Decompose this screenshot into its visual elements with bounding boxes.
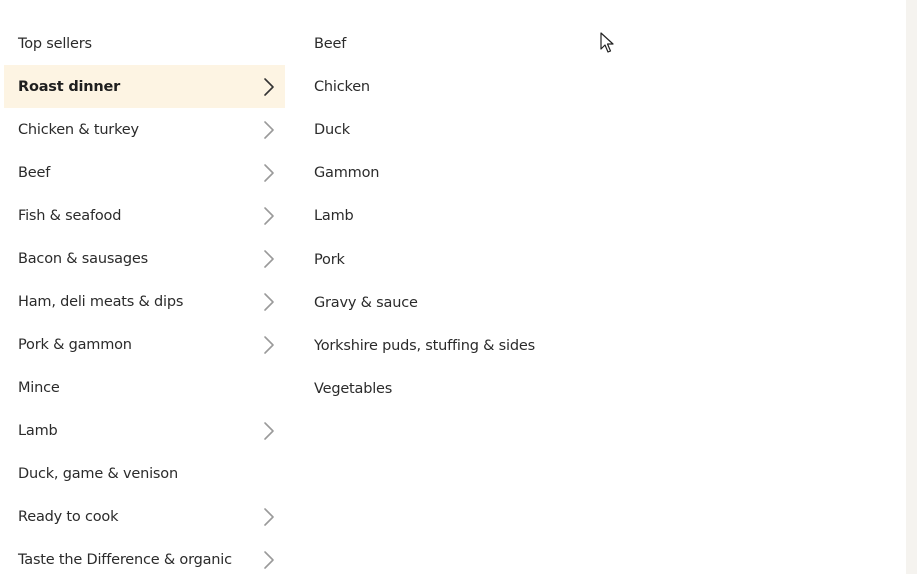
subcategory-link[interactable]: Pork — [300, 238, 630, 281]
subcategory-link[interactable]: Yorkshire puds, stuffing & sides — [300, 324, 630, 367]
chevron-right-icon — [263, 206, 275, 226]
category-item[interactable]: Top sellers — [4, 22, 285, 65]
category-item[interactable]: Mince — [4, 366, 285, 409]
category-item-label: Pork & gammon — [18, 336, 132, 353]
chevron-right-icon — [263, 335, 275, 355]
chevron-right-icon — [263, 77, 275, 97]
category-item-label: Duck, game & venison — [18, 465, 178, 482]
scrollbar-track[interactable] — [906, 0, 917, 574]
subcategory-label: Yorkshire puds, stuffing & sides — [314, 337, 535, 354]
category-item[interactable]: Duck, game & venison — [4, 452, 285, 495]
category-item[interactable]: Bacon & sausages — [4, 237, 285, 280]
subcategory-link[interactable]: Lamb — [300, 195, 630, 238]
category-item-label: Lamb — [18, 422, 58, 439]
subcategory-link[interactable]: Gammon — [300, 152, 630, 195]
chevron-right-icon — [263, 507, 275, 527]
subcategory-label: Gammon — [314, 165, 380, 182]
category-item-label: Ham, deli meats & dips — [18, 293, 184, 310]
category-item[interactable]: Pork & gammon — [4, 323, 285, 366]
subcategory-list: Beef Chicken Duck Gammon Lamb Pork Gravy & sau… — [300, 22, 630, 411]
chevron-right-icon — [263, 550, 275, 570]
category-item-label: Mince — [18, 379, 60, 396]
mega-menu-panel: Top sellers Roast dinner Chicken & turkey B… — [0, 0, 917, 574]
chevron-right-icon — [263, 120, 275, 140]
category-item[interactable]: Roast dinner — [4, 65, 285, 108]
subcategory-label: Duck — [314, 121, 350, 138]
chevron-right-icon — [263, 292, 275, 312]
subcategory-label: Vegetables — [314, 381, 393, 398]
category-item[interactable]: Lamb — [4, 409, 285, 452]
chevron-right-icon — [263, 249, 275, 269]
subcategory-link[interactable]: Duck — [300, 108, 630, 151]
category-item-label: Roast dinner — [18, 78, 121, 95]
subcategory-link[interactable]: Vegetables — [300, 368, 630, 411]
category-item-label: Chicken & turkey — [18, 121, 139, 138]
subcategory-link[interactable]: Beef — [300, 22, 630, 65]
category-item-label: Taste the Difference & organic — [18, 551, 232, 568]
category-item[interactable]: Chicken & turkey — [4, 108, 285, 151]
mouse-pointer-icon — [600, 32, 616, 54]
subcategory-label: Beef — [314, 35, 347, 52]
category-item-label: Bacon & sausages — [18, 250, 148, 267]
subcategory-label: Gravy & sauce — [314, 294, 418, 311]
category-item[interactable]: Ham, deli meats & dips — [4, 280, 285, 323]
category-item-label: Top sellers — [18, 35, 92, 52]
chevron-right-icon — [263, 163, 275, 183]
category-item-label: Fish & seafood — [18, 207, 122, 224]
subcategory-label: Lamb — [314, 208, 354, 225]
category-list: Top sellers Roast dinner Chicken & turkey B… — [4, 22, 285, 574]
category-item[interactable]: Fish & seafood — [4, 194, 285, 237]
subcategory-link[interactable]: Gravy & sauce — [300, 281, 630, 324]
subcategory-label: Chicken — [314, 78, 370, 95]
subcategory-label: Pork — [314, 251, 345, 268]
category-item[interactable]: Taste the Difference & organic — [4, 538, 285, 574]
subcategory-link[interactable]: Chicken — [300, 65, 630, 108]
category-item[interactable]: Ready to cook — [4, 495, 285, 538]
category-item-label: Beef — [18, 164, 51, 181]
category-item-label: Ready to cook — [18, 508, 119, 525]
category-item[interactable]: Beef — [4, 151, 285, 194]
chevron-right-icon — [263, 421, 275, 441]
